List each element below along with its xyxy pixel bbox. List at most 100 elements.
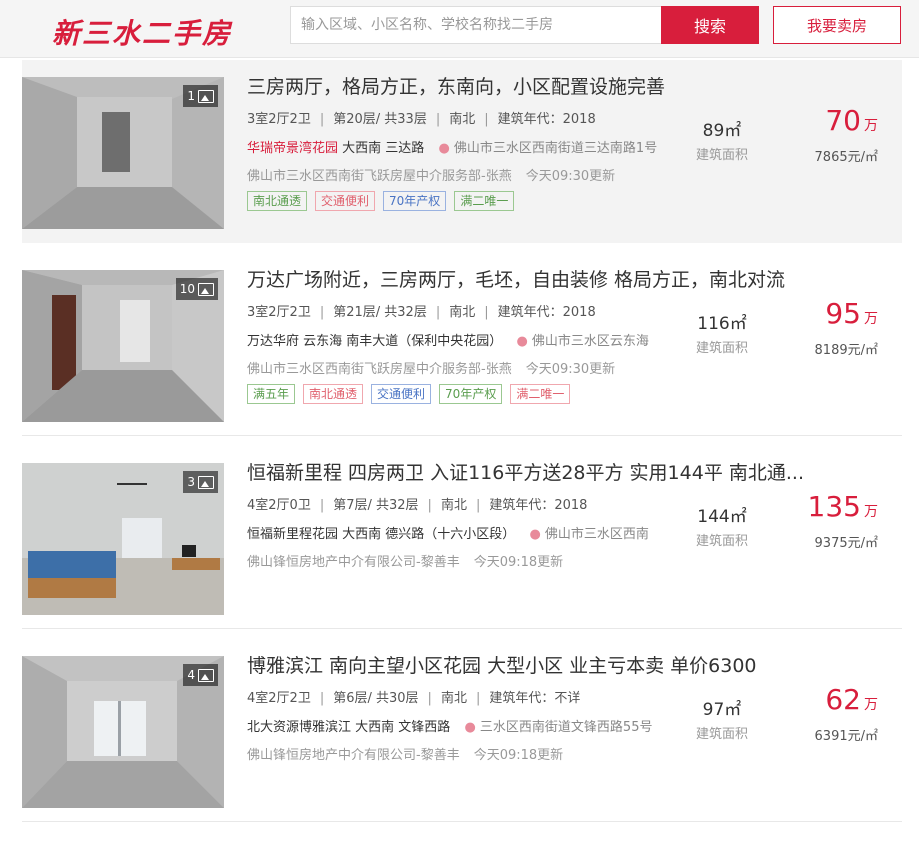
- community-link[interactable]: 恒福新里程花园: [247, 527, 338, 542]
- tag-list: 满五年 南北通透 交通便利 70年产权 满二唯一: [247, 384, 571, 404]
- floor-info: 第21层/ 共32层: [333, 305, 427, 320]
- room-layout: 3室2厅2卫: [247, 112, 311, 127]
- listing-item[interactable]: 10 万达广场附近，三房两厅，毛坯，自由装修 格局方正，南北对流 3室2厅2卫 |…: [22, 253, 902, 436]
- listing-photo[interactable]: 3: [22, 463, 224, 615]
- listing-attributes: 3室2厅2卫 | 第21层/ 共32层 | 南北 | 建筑年代：2018: [247, 305, 596, 320]
- listing-location: 北大资源博雅滨江 大西南 文锋西路 ● 三水区西南街道文锋西路55号: [247, 716, 652, 735]
- search-button[interactable]: 搜索: [661, 6, 759, 44]
- price-unit: 万: [864, 504, 878, 520]
- tag: 南北通透: [247, 191, 308, 211]
- image-icon: [198, 89, 214, 103]
- build-year: 建筑年代：2018: [489, 498, 588, 513]
- tag: 南北通透: [303, 384, 364, 404]
- price-number: 95: [825, 297, 861, 330]
- price-number: 62: [825, 683, 861, 716]
- price-unit: 万: [864, 311, 878, 327]
- listing-title[interactable]: 博雅滨江 南向主望小区花园 大型小区 业主亏本卖 单价6300: [247, 651, 847, 678]
- listing-item[interactable]: 4 博雅滨江 南向主望小区花园 大型小区 业主亏本卖 单价6300 4室2厅2卫…: [22, 639, 902, 822]
- district: 大西南 三达路: [342, 141, 425, 156]
- community-link[interactable]: 万达华府: [247, 334, 299, 349]
- tag: 70年产权: [383, 191, 447, 211]
- area-label: 建筑面积: [695, 341, 748, 356]
- total-price: 135 万: [792, 490, 878, 523]
- listing-attributes: 4室2厅0卫 | 第7层/ 共32层 | 南北 | 建筑年代：2018: [247, 498, 588, 513]
- address: 佛山市三水区西南: [544, 527, 649, 542]
- address: 三水区西南街道文锋西路55号: [479, 720, 653, 735]
- photo-count: 10: [179, 282, 195, 296]
- divider: [22, 821, 902, 822]
- update-time: 今天09:18更新: [473, 748, 564, 763]
- price-unit: 万: [864, 118, 878, 134]
- image-icon: [198, 475, 214, 489]
- location-pin-icon: ●: [438, 141, 450, 156]
- agent-name: 佛山市三水区西南街飞跃房屋中介服务部-张燕: [247, 362, 512, 377]
- tag-list: 南北通透 交通便利 70年产权 满二唯一: [247, 191, 515, 211]
- community-link[interactable]: 北大资源博雅滨江: [247, 720, 351, 735]
- build-year: 建筑年代：2018: [497, 305, 596, 320]
- listing-location: 恒福新里程花园 大西南 德兴路（十六小区段） ● 佛山市三水区西南: [247, 523, 649, 542]
- listing-item[interactable]: 3 恒福新里程 四房两卫 入证116平方送28平方 实用144平 南北通... …: [22, 446, 902, 629]
- listing-title[interactable]: 万达广场附近，三房两厅，毛坯，自由装修 格局方正，南北对流: [247, 265, 847, 292]
- listing-location: 华瑞帝景湾花园 大西南 三达路 ● 佛山市三水区西南街道三达南路1号: [247, 137, 657, 156]
- listing-title[interactable]: 恒福新里程 四房两卫 入证116平方送28平方 实用144平 南北通...: [247, 458, 847, 485]
- image-icon: [198, 282, 214, 296]
- orientation: 南北: [449, 112, 476, 127]
- unit-price: 8189元/㎡: [814, 343, 878, 358]
- tag: 满二唯一: [510, 384, 571, 404]
- area-label: 建筑面积: [695, 727, 748, 742]
- agent-name: 佛山锋恒房地产中介有限公司-黎善丰: [247, 555, 460, 570]
- listing-title[interactable]: 三房两厅，格局方正，东南向，小区配置设施完善: [247, 72, 847, 99]
- listing-item[interactable]: 1 三房两厅，格局方正，东南向，小区配置设施完善 3室2厅2卫 | 第20层/ 共3…: [22, 60, 902, 243]
- total-price: 95 万: [792, 297, 878, 330]
- listing-photo[interactable]: 1: [22, 77, 224, 229]
- sell-house-button[interactable]: 我要卖房: [773, 6, 901, 44]
- photo-count-badge: 3: [183, 471, 218, 493]
- build-year: 建筑年代：不详: [489, 691, 581, 706]
- address: 佛山市三水区西南街道三达南路1号: [453, 141, 658, 156]
- search-input[interactable]: [290, 6, 662, 44]
- location-pin-icon: ●: [529, 527, 541, 542]
- area-label: 建筑面积: [695, 534, 748, 549]
- agent-info: 佛山市三水区西南街飞跃房屋中介服务部-张燕 今天09:30更新: [247, 165, 615, 184]
- photo-count: 3: [187, 475, 195, 489]
- area-value: 89㎡: [702, 121, 742, 141]
- orientation: 南北: [440, 498, 467, 513]
- total-price: 70 万: [792, 104, 878, 137]
- photo-count-badge: 4: [183, 664, 218, 686]
- update-time: 今天09:30更新: [525, 169, 616, 184]
- area-value: 144㎡: [697, 507, 747, 527]
- listing-photo[interactable]: 10: [22, 270, 224, 422]
- area-value: 97㎡: [702, 700, 742, 720]
- tag: 交通便利: [315, 191, 376, 211]
- site-logo[interactable]: 新三水二手房: [52, 12, 232, 52]
- community-link[interactable]: 华瑞帝景湾花园: [247, 141, 338, 156]
- tag: 满五年: [247, 384, 296, 404]
- floor-info: 第6层/ 共30层: [333, 691, 419, 706]
- orientation: 南北: [449, 305, 476, 320]
- listing-photo[interactable]: 4: [22, 656, 224, 808]
- orientation: 南北: [440, 691, 467, 706]
- room-layout: 4室2厅0卫: [247, 498, 311, 513]
- district: 云东海 南丰大道（保利中央花园）: [303, 334, 503, 349]
- address: 佛山市三水区云东海: [531, 334, 649, 349]
- location-pin-icon: ●: [464, 720, 476, 735]
- district: 大西南 德兴路（十六小区段）: [342, 527, 516, 542]
- unit-price: 6391元/㎡: [814, 729, 878, 744]
- room-layout: 4室2厅2卫: [247, 691, 311, 706]
- photo-count: 4: [187, 668, 195, 682]
- unit-price: 9375元/㎡: [814, 536, 878, 551]
- total-price: 62 万: [792, 683, 878, 716]
- divider: [22, 628, 902, 629]
- photo-count: 1: [187, 89, 195, 103]
- divider: [22, 435, 902, 436]
- unit-price: 7865元/㎡: [814, 150, 878, 165]
- photo-count-badge: 10: [175, 278, 218, 300]
- agent-name: 佛山锋恒房地产中介有限公司-黎善丰: [247, 748, 460, 763]
- district: 大西南 文锋西路: [355, 720, 451, 735]
- agent-info: 佛山锋恒房地产中介有限公司-黎善丰 今天09:18更新: [247, 744, 563, 763]
- location-pin-icon: ●: [516, 334, 528, 349]
- image-icon: [198, 668, 214, 682]
- agent-name: 佛山市三水区西南街飞跃房屋中介服务部-张燕: [247, 169, 512, 184]
- photo-count-badge: 1: [183, 85, 218, 107]
- site-header: 新三水二手房 搜索 我要卖房: [0, 0, 919, 58]
